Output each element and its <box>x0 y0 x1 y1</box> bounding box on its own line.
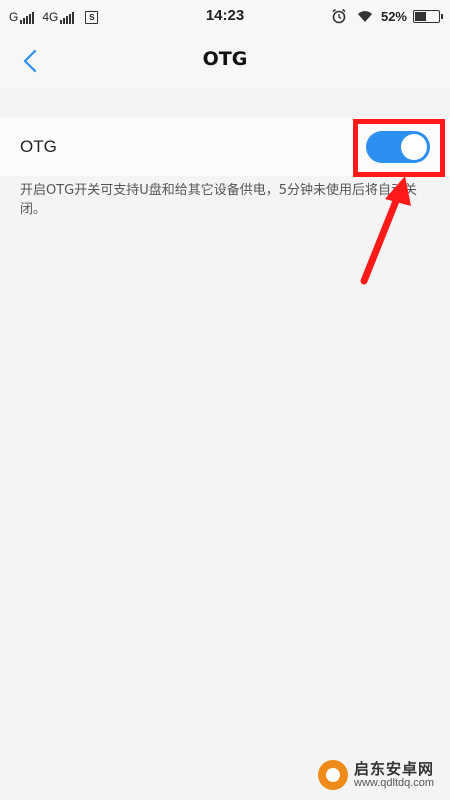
page-title: OTG <box>202 48 248 70</box>
otg-label: OTG <box>20 137 57 156</box>
otg-description: 开启OTG开关可支持U盘和给其它设备供电，5分钟未使用后将自动关闭。 <box>20 183 418 217</box>
status-right: 52% <box>331 7 443 25</box>
watermark-name: 启东安卓网 <box>354 759 435 778</box>
battery-icon <box>413 9 443 23</box>
battery-fill <box>415 11 426 21</box>
watermark-url: www.qdltdq.com <box>354 777 435 790</box>
status-bar: G 4G S 14:23 52% <box>0 0 450 32</box>
battery-percent: 52% <box>380 8 407 24</box>
wifi-icon <box>357 11 372 22</box>
battery-tip <box>441 13 443 19</box>
nav-bar: OTG <box>0 32 450 88</box>
watermark-logo <box>318 760 348 790</box>
annotation-highlight-box <box>353 119 445 177</box>
alarm-icon <box>332 8 346 24</box>
watermark-text: 启东安卓网 www.qdltdq.com <box>354 761 434 790</box>
watermark: 启东安卓网 www.qdltdq.com <box>318 760 434 790</box>
